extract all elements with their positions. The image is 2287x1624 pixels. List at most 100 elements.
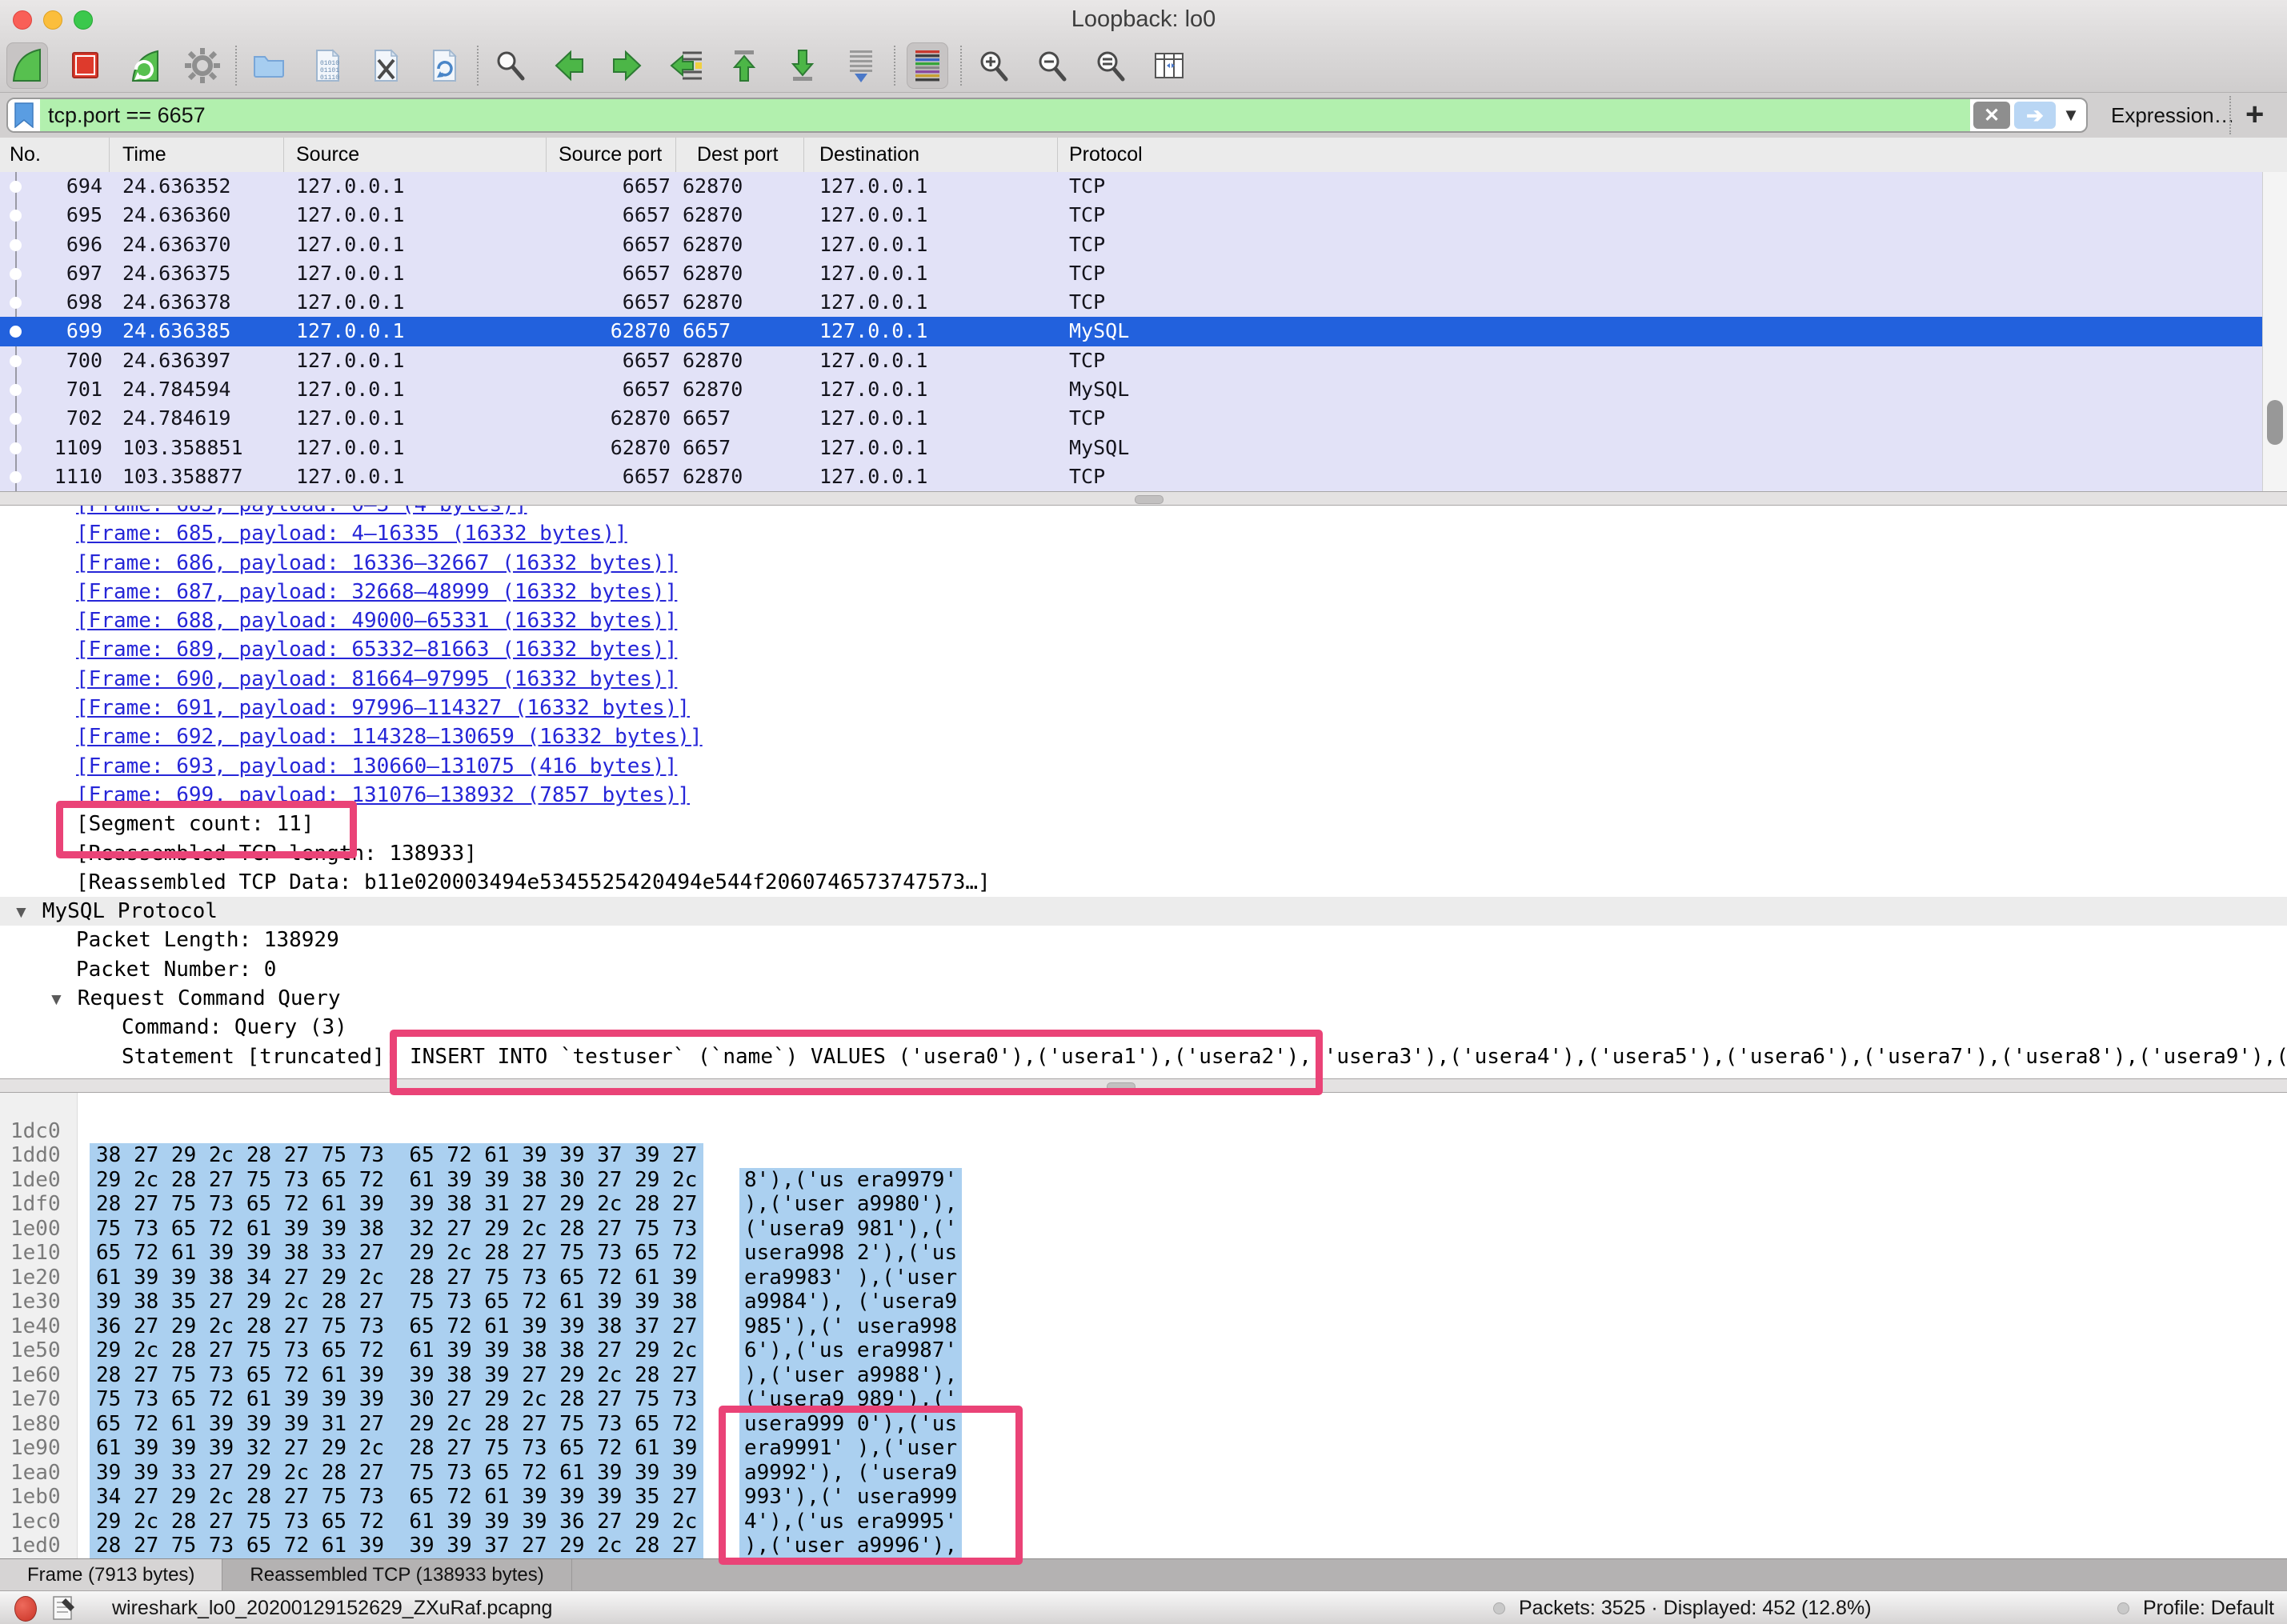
close-file-button[interactable]: [365, 42, 407, 89]
hex-row: 1df0 75 73 65 72 61 39 39 38 32 27 29 2c…: [0, 1168, 2287, 1193]
column-header-time[interactable]: Time: [110, 138, 284, 172]
hex-row: 1e50 28 27 75 73 65 72 61 39 39 38 39 27…: [0, 1314, 2287, 1339]
go-first-packet-button[interactable]: [723, 42, 765, 89]
packet-row[interactable]: 694 24.636352 127.0.0.1 6657 62870 127.0…: [0, 172, 2287, 201]
frame-link[interactable]: [Frame: 689, payload: 65332–81663 (16332…: [76, 638, 677, 662]
expert-info-icon[interactable]: [14, 1596, 37, 1622]
packet-row[interactable]: 701 24.784594 127.0.0.1 6657 62870 127.0…: [0, 375, 2287, 404]
packet-details-pane: [Frame: 683, payload: 0–3 (4 bytes)] [Fr…: [0, 506, 2287, 1078]
hex-row: 1dc0 38 27 29 2c 28 27 75 73 65 72 61 39…: [0, 1094, 2287, 1119]
zoom-original-button[interactable]: [1090, 42, 1131, 89]
cell-dest-port: 62870: [676, 230, 804, 259]
request-command-row[interactable]: ▼Request Command Query: [0, 984, 2287, 1013]
cell-source: 127.0.0.1: [284, 172, 547, 201]
add-filter-button[interactable]: +: [2245, 93, 2264, 138]
packet-row[interactable]: 697 24.636375 127.0.0.1 6657 62870 127.0…: [0, 259, 2287, 288]
frame-link[interactable]: [Frame: 688, payload: 49000–65331 (16332…: [76, 609, 677, 633]
bookmark-icon[interactable]: [8, 99, 40, 131]
open-file-button[interactable]: [248, 42, 290, 89]
packet-number-row[interactable]: Packet Number: 0: [0, 955, 2287, 984]
packet-row[interactable]: 1109 103.358851 127.0.0.1 62870 6657 127…: [0, 434, 2287, 462]
cell-source-port: 6657: [547, 375, 676, 404]
frame-link[interactable]: [Frame: 692, payload: 114328–130659 (163…: [76, 725, 703, 749]
frame-link[interactable]: [Frame: 683, payload: 0–3 (4 bytes)]: [76, 506, 527, 517]
go-forward-button[interactable]: [607, 42, 648, 89]
frame-link[interactable]: [Frame: 693, payload: 130660–131075 (416…: [76, 754, 677, 778]
column-header-destination[interactable]: Destination: [804, 138, 1058, 172]
go-to-packet-button[interactable]: [665, 42, 707, 89]
hex-row: 1e60 75 73 65 72 61 39 39 39 30 27 29 2c…: [0, 1338, 2287, 1363]
restart-capture-button[interactable]: [123, 42, 165, 89]
column-header-source[interactable]: Source: [284, 138, 547, 172]
packet-row[interactable]: 698 24.636378 127.0.0.1 6657 62870 127.0…: [0, 288, 2287, 317]
filter-clear-button[interactable]: ✕: [1973, 102, 2010, 129]
display-filter-input[interactable]: [40, 98, 1970, 132]
capture-options-button[interactable]: [182, 42, 223, 89]
capture-comment-icon[interactable]: [53, 1595, 75, 1624]
zoom-in-button[interactable]: [973, 42, 1015, 89]
packet-row[interactable]: 695 24.636360 127.0.0.1 6657 62870 127.0…: [0, 201, 2287, 230]
cell-source-port: 6657: [547, 172, 676, 201]
frame-link[interactable]: [Frame: 691, payload: 97996–114327 (1633…: [76, 696, 690, 720]
zoom-out-button[interactable]: [1031, 42, 1073, 89]
byte-view-tab[interactable]: Frame (7913 bytes): [0, 1559, 222, 1591]
segment-count-row[interactable]: [Segment count: 11]: [0, 810, 2287, 838]
save-file-button[interactable]: 010100110101110: [306, 42, 348, 89]
resize-columns-icon: [1150, 46, 1188, 85]
collapse-triangle-icon[interactable]: ▼: [0, 990, 65, 1009]
arrow-left-icon: [550, 46, 588, 85]
packet-list-scrollbar[interactable]: [2262, 172, 2287, 491]
collapse-triangle-icon[interactable]: ▼: [0, 903, 30, 922]
column-header-protocol[interactable]: Protocol: [1058, 138, 2287, 172]
packet-length-row[interactable]: Packet Length: 138929: [0, 926, 2287, 954]
byte-view-tab[interactable]: Reassembled TCP (138933 bytes): [222, 1559, 571, 1591]
cell-source: 127.0.0.1: [284, 317, 547, 346]
packet-row[interactable]: 699 24.636385 127.0.0.1 62870 6657 127.0…: [0, 317, 2287, 346]
cell-source: 127.0.0.1: [284, 375, 547, 404]
column-header-source-port[interactable]: Source port: [547, 138, 676, 172]
reassembled-data-row[interactable]: [Reassembled TCP Data: b11e020003494e534…: [0, 868, 2287, 897]
splitter-handle[interactable]: [1135, 495, 1164, 504]
hex-row: 1e30 36 27 29 2c 28 27 75 73 65 72 61 39…: [0, 1266, 2287, 1290]
frame-link-row: [Frame: 693, payload: 130660–131075 (416…: [0, 752, 2287, 781]
stop-capture-button[interactable]: [65, 42, 106, 89]
cell-source: 127.0.0.1: [284, 201, 547, 230]
packet-row[interactable]: 702 24.784619 127.0.0.1 62870 6657 127.0…: [0, 404, 2287, 433]
statement-row[interactable]: Statement [truncated]: INSERT INTO `test…: [0, 1042, 2287, 1071]
expression-button[interactable]: Expression…: [2111, 93, 2235, 138]
cell-source-port: 6657: [547, 462, 676, 491]
frame-link[interactable]: [Frame: 699, payload: 131076–138932 (785…: [76, 783, 690, 807]
reassembled-length-row[interactable]: [Reassembled TCP length: 138933]: [0, 839, 2287, 868]
resize-columns-button[interactable]: [1148, 42, 1190, 89]
filter-dropdown-chevron[interactable]: ▼: [2056, 105, 2086, 126]
column-header-no[interactable]: No.: [0, 138, 110, 172]
go-back-button[interactable]: [548, 42, 590, 89]
filter-bar: ✕ ➔ ▼ Expression… +: [0, 93, 2287, 138]
frame-link[interactable]: [Frame: 687, payload: 32668–48999 (16332…: [76, 580, 677, 604]
svg-text:01010: 01010: [320, 60, 339, 67]
filter-apply-button[interactable]: ➔: [2014, 102, 2056, 129]
mysql-protocol-row[interactable]: ▼MySQL Protocol: [0, 897, 2287, 926]
column-header-dest-port[interactable]: Dest port: [676, 138, 804, 172]
splitter-handle[interactable]: [1107, 1082, 1135, 1091]
frame-link[interactable]: [Frame: 686, payload: 16336–32667 (16332…: [76, 551, 677, 575]
packet-row[interactable]: 1110 103.358877 127.0.0.1 6657 62870 127…: [0, 462, 2287, 491]
frame-link[interactable]: [Frame: 685, payload: 4–16335 (16332 byt…: [76, 522, 627, 546]
scrollbar-thumb[interactable]: [2267, 400, 2283, 445]
colorize-packets-button[interactable]: [907, 42, 948, 89]
frame-link[interactable]: [Frame: 690, payload: 81664–97995 (16332…: [76, 667, 677, 691]
reload-file-button[interactable]: [423, 42, 465, 89]
cell-destination: 127.0.0.1: [804, 201, 1058, 230]
command-row[interactable]: Command: Query (3): [0, 1013, 2287, 1042]
start-capture-button[interactable]: [6, 42, 48, 89]
find-packet-button[interactable]: [490, 42, 531, 89]
auto-scroll-button[interactable]: [840, 42, 882, 89]
packet-row[interactable]: 696 24.636370 127.0.0.1 6657 62870 127.0…: [0, 230, 2287, 259]
selected-packet-dot: [10, 355, 22, 367]
go-last-packet-button[interactable]: [782, 42, 823, 89]
pane-splitter-bottom[interactable]: [0, 1078, 2287, 1093]
pane-splitter-top[interactable]: [0, 491, 2287, 506]
packet-row[interactable]: 700 24.636397 127.0.0.1 6657 62870 127.0…: [0, 346, 2287, 375]
cell-destination: 127.0.0.1: [804, 375, 1058, 404]
profile-status[interactable]: Profile: Default: [2143, 1591, 2274, 1624]
